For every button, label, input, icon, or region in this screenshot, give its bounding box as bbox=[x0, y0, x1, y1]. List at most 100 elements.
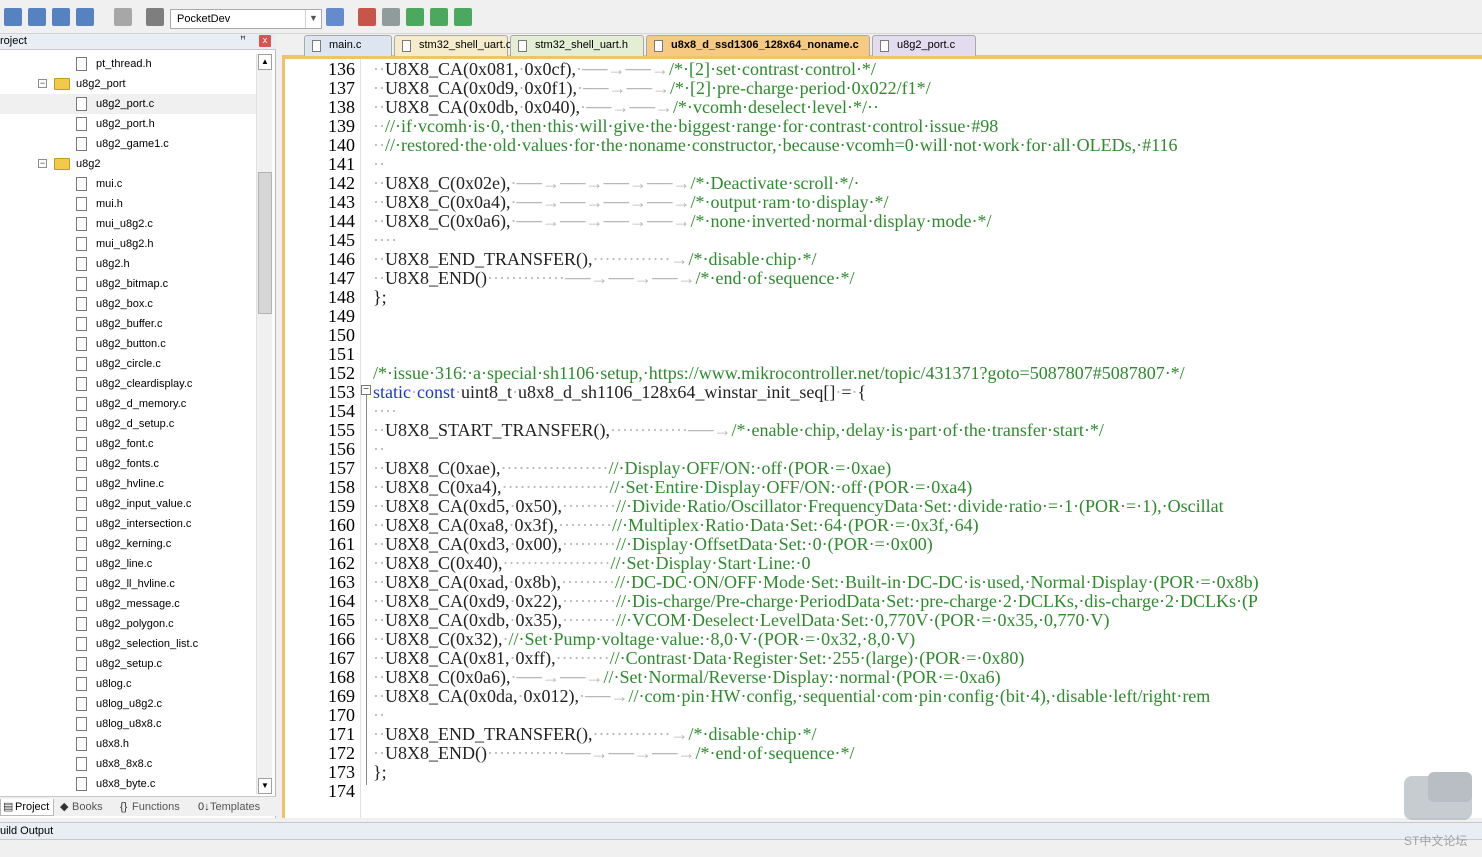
code-line[interactable]: ··U8X8_CA(0x0da,·0x012),·──→//·com·pin·H… bbox=[373, 687, 1210, 706]
panel-tab-functions[interactable]: {} Functions bbox=[118, 799, 192, 816]
build-icon[interactable] bbox=[28, 8, 46, 26]
tree-file[interactable]: u8g2_input_value.c bbox=[0, 494, 256, 514]
close-icon[interactable]: x bbox=[259, 35, 271, 47]
code-line[interactable]: static·const·uint8_t·u8x8_d_sh1106_128x6… bbox=[373, 383, 866, 402]
code-line[interactable]: ··U8X8_C(0x0a4),·──→──→──→──→/*·output·r… bbox=[373, 193, 889, 212]
tree-file[interactable]: u8g2_setup.c bbox=[0, 654, 256, 674]
code-line[interactable]: /*·issue·316:·a·special·sh1106·setup,·ht… bbox=[373, 364, 1185, 383]
code-line[interactable]: ··U8X8_CA(0xdb,·0x35),·········//·VCOM·D… bbox=[373, 611, 1110, 630]
tree-file[interactable]: u8g2_box.c bbox=[0, 294, 256, 314]
tree-file[interactable]: u8g2_port.c bbox=[0, 94, 256, 114]
panel-tab-templates[interactable]: 0↓ Templates bbox=[196, 799, 272, 816]
tree-file[interactable]: u8g2_d_memory.c bbox=[0, 394, 256, 414]
tree-file[interactable]: u8g2_hvline.c bbox=[0, 474, 256, 494]
editor-tab[interactable]: stm32_shell_uart.c bbox=[394, 35, 511, 56]
translate-icon[interactable] bbox=[76, 8, 94, 26]
editor-tab[interactable]: stm32_shell_uart.h bbox=[510, 35, 644, 56]
code-line[interactable]: ··U8X8_CA(0xad,·0x8b),·········//·DC-DC·… bbox=[373, 573, 1259, 592]
panel-tab-books[interactable]: ◆ Books bbox=[58, 799, 114, 816]
tree-file[interactable]: mui_u8g2.h bbox=[0, 234, 256, 254]
panel-tab-project[interactable]: ▤ Project bbox=[0, 799, 54, 816]
tree-file[interactable]: u8g2_bitmap.c bbox=[0, 274, 256, 294]
tree-folder[interactable]: − u8g2 bbox=[0, 154, 256, 174]
code-line[interactable]: }; bbox=[373, 763, 387, 782]
code-line[interactable]: ··U8X8_C(0x32),·//·Set·Pump·voltage·valu… bbox=[373, 630, 915, 649]
code-line[interactable]: ··U8X8_C(0x0a6),·──→──→//·Set·Normal/Rev… bbox=[373, 668, 1001, 687]
diamond-icon[interactable] bbox=[430, 8, 448, 26]
editor-tab[interactable]: main.c bbox=[304, 35, 392, 56]
manage-rte-icon[interactable] bbox=[406, 8, 424, 26]
code-line[interactable]: ··U8X8_START_TRANSFER(),·············──→… bbox=[373, 421, 1104, 440]
tree-file[interactable]: pt_thread.h bbox=[0, 54, 256, 74]
code-line[interactable]: ··//·if·vcomh·is·0,·then·this·will·give·… bbox=[373, 117, 998, 136]
stop-build-icon[interactable] bbox=[114, 8, 132, 26]
code-line[interactable]: ··//·restored·the·old·values·for·the·non… bbox=[373, 136, 1177, 155]
manage-project-icon[interactable] bbox=[358, 8, 376, 26]
tree-file[interactable]: u8g2.h bbox=[0, 254, 256, 274]
tree-file[interactable]: u8g2_selection_list.c bbox=[0, 634, 256, 654]
target-options-icon[interactable] bbox=[326, 8, 344, 26]
editor-tab[interactable]: u8x8_d_ssd1306_128x64_noname.c bbox=[646, 35, 870, 56]
tree-file[interactable]: u8g2_kerning.c bbox=[0, 534, 256, 554]
tree-folder[interactable]: − u8g2_port bbox=[0, 74, 256, 94]
code-line[interactable]: ··U8X8_END_TRANSFER(),·············→/*·d… bbox=[373, 725, 816, 744]
tree-file[interactable]: u8g2_port.h bbox=[0, 114, 256, 134]
code-line[interactable]: ···· bbox=[373, 402, 397, 421]
tree-file[interactable]: mui_u8g2.c bbox=[0, 214, 256, 234]
code-line[interactable]: ·· bbox=[373, 440, 385, 459]
tree-file[interactable]: u8g2_cleardisplay.c bbox=[0, 374, 256, 394]
tree-scrollbar[interactable]: ▲ ▼ bbox=[256, 54, 272, 794]
pin-icon[interactable]: ꟸ bbox=[240, 35, 246, 46]
collapse-icon[interactable]: − bbox=[38, 79, 47, 88]
code-line[interactable]: ··U8X8_C(0x02e),·──→──→──→──→/*·Deactiva… bbox=[373, 174, 859, 193]
editor-tab[interactable]: u8g2_port.c bbox=[872, 35, 976, 56]
code-line[interactable]: ··U8X8_C(0x0a6),·──→──→──→──→/*·none·inv… bbox=[373, 212, 991, 231]
tree-file[interactable]: u8log.c bbox=[0, 674, 256, 694]
code-line[interactable]: ··U8X8_CA(0x0db,·0x040),·──→──→/*·vcomh·… bbox=[373, 98, 879, 117]
tree-file[interactable]: mui.c bbox=[0, 174, 256, 194]
fold-collapse-icon[interactable]: − bbox=[361, 385, 371, 395]
tree-file[interactable]: u8log_u8x8.c bbox=[0, 714, 256, 734]
scroll-up-icon[interactable]: ▲ bbox=[258, 54, 272, 70]
tree-file[interactable]: u8g2_button.c bbox=[0, 334, 256, 354]
code-line[interactable]: ··U8X8_CA(0xd9,·0x22),·········//·Dis-ch… bbox=[373, 592, 1258, 611]
code-line[interactable]: ··U8X8_CA(0xd5,·0x50),·········//·Divide… bbox=[373, 497, 1224, 516]
scroll-thumb[interactable] bbox=[258, 172, 272, 314]
tree-file[interactable]: u8g2_d_setup.c bbox=[0, 414, 256, 434]
tree-file[interactable]: u8g2_polygon.c bbox=[0, 614, 256, 634]
select-packs-icon[interactable] bbox=[382, 8, 400, 26]
code-line[interactable]: ··U8X8_END_TRANSFER(),·············→/*·d… bbox=[373, 250, 816, 269]
code-line[interactable]: ··U8X8_CA(0x081,·0x0cf),·──→──→/*·[2]·se… bbox=[373, 60, 876, 79]
pack-installer-icon[interactable] bbox=[454, 8, 472, 26]
collapse-icon[interactable]: − bbox=[38, 159, 47, 168]
download-icon[interactable] bbox=[146, 8, 164, 26]
scroll-down-icon[interactable]: ▼ bbox=[258, 778, 272, 794]
tree-file[interactable]: u8x8_byte.c bbox=[0, 774, 256, 794]
code-line[interactable]: ··U8X8_CA(0xa8,·0x3f),·········//·Multip… bbox=[373, 516, 979, 535]
tree-file[interactable]: mui.h bbox=[0, 194, 256, 214]
code-line[interactable]: }; bbox=[373, 288, 387, 307]
tree-file[interactable]: u8g2_font.c bbox=[0, 434, 256, 454]
target-select[interactable]: PocketDev ▼ bbox=[170, 9, 322, 29]
code-line[interactable]: ··U8X8_END()·············──→──→──→/*·end… bbox=[373, 269, 854, 288]
code-line[interactable]: ··U8X8_C(0xae),··················//·Disp… bbox=[373, 459, 891, 478]
rebuild-icon[interactable] bbox=[4, 8, 22, 26]
code-line[interactable]: ··U8X8_CA(0x0d9,·0x0f1),·──→──→/*·[2]·pr… bbox=[373, 79, 931, 98]
tree-file[interactable]: u8g2_circle.c bbox=[0, 354, 256, 374]
tree-file[interactable]: u8g2_message.c bbox=[0, 594, 256, 614]
tree-file[interactable]: u8g2_intersection.c bbox=[0, 514, 256, 534]
code-line[interactable]: ··U8X8_C(0xa4),··················//·Set·… bbox=[373, 478, 972, 497]
tree-file[interactable]: u8x8_8x8.c bbox=[0, 754, 256, 774]
tree-file[interactable]: u8g2_fonts.c bbox=[0, 454, 256, 474]
code-line[interactable]: ··U8X8_CA(0x81,·0xff),·········//·Contra… bbox=[373, 649, 1024, 668]
tree-file[interactable]: u8log_u8g2.c bbox=[0, 694, 256, 714]
chevron-down-icon[interactable]: ▼ bbox=[305, 10, 321, 28]
code-line[interactable]: ··U8X8_C(0x40),··················//·Set·… bbox=[373, 554, 810, 573]
tree-file[interactable]: u8g2_buffer.c bbox=[0, 314, 256, 334]
code-line[interactable]: ···· bbox=[373, 231, 397, 250]
code-line[interactable]: ·· bbox=[373, 155, 385, 174]
tree-file[interactable]: u8x8.h bbox=[0, 734, 256, 754]
batch-build-icon[interactable] bbox=[52, 8, 70, 26]
tree-file[interactable]: u8g2_game1.c bbox=[0, 134, 256, 154]
tree-file[interactable]: u8g2_ll_hvline.c bbox=[0, 574, 256, 594]
